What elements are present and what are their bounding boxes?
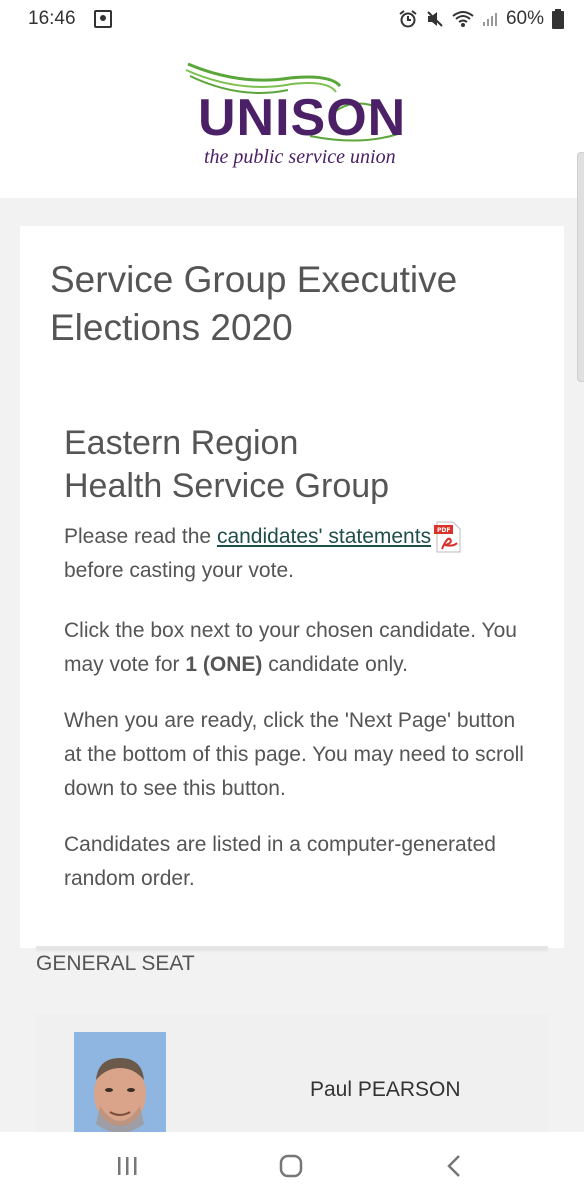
election-title-card: Service Group Executive Elections 2020	[20, 226, 564, 378]
svg-text:PDF: PDF	[437, 527, 450, 534]
status-bar: 16:46 60%	[0, 0, 584, 38]
region-heading-line2: Health Service Group	[64, 467, 390, 505]
section-divider	[36, 946, 548, 948]
region-heading-line1: Eastern Region	[64, 424, 299, 462]
read-statements-text: Please read the candidates' statements P…	[64, 520, 534, 588]
notification-icon	[94, 10, 112, 28]
vote-limit: 1 (ONE)	[185, 653, 263, 676]
vote-suffix: candidate only.	[262, 653, 408, 676]
candidates-statements-link[interactable]: candidates' statements	[217, 525, 431, 548]
vote-instructions-text: Click the box next to your chosen candid…	[64, 614, 534, 682]
battery-percent: 60%	[505, 8, 544, 29]
wifi-icon	[452, 11, 474, 27]
status-time: 16:46	[28, 8, 76, 29]
pdf-icon[interactable]: PDF	[433, 521, 463, 553]
candidate-name: Paul PEARSON	[310, 1078, 461, 1101]
page-title: Service Group Executive Elections 2020	[50, 259, 458, 348]
logo-wordmark: UNISON	[198, 89, 407, 147]
system-nav-bar	[0, 1132, 584, 1200]
battery-icon	[552, 9, 564, 29]
candidate-photo	[74, 1032, 166, 1142]
status-icons: 60%	[398, 8, 564, 30]
section-label: GENERAL SEAT	[36, 952, 195, 975]
unison-logo[interactable]: UNISON the public service union	[180, 56, 410, 176]
logo-tagline: the public service union	[204, 146, 396, 168]
back-icon[interactable]	[444, 1154, 464, 1178]
site-header: UNISON the public service union	[0, 38, 584, 198]
signal-icon	[482, 13, 497, 26]
read-suffix: before casting your vote.	[64, 559, 294, 582]
scrollbar-thumb[interactable]	[577, 152, 584, 382]
alarm-icon	[399, 10, 417, 28]
region-heading: Eastern Region Health Service Group	[64, 422, 524, 508]
home-icon[interactable]	[278, 1154, 304, 1178]
recent-apps-icon[interactable]	[114, 1154, 140, 1178]
instructions-card: Eastern Region Health Service Group Plea…	[20, 378, 564, 948]
random-order-text: Candidates are listed in a computer-gene…	[64, 833, 496, 890]
next-page-instructions: When you are ready, click the 'Next Page…	[64, 709, 524, 800]
read-prefix: Please read the	[64, 525, 217, 548]
mute-icon	[427, 11, 443, 27]
